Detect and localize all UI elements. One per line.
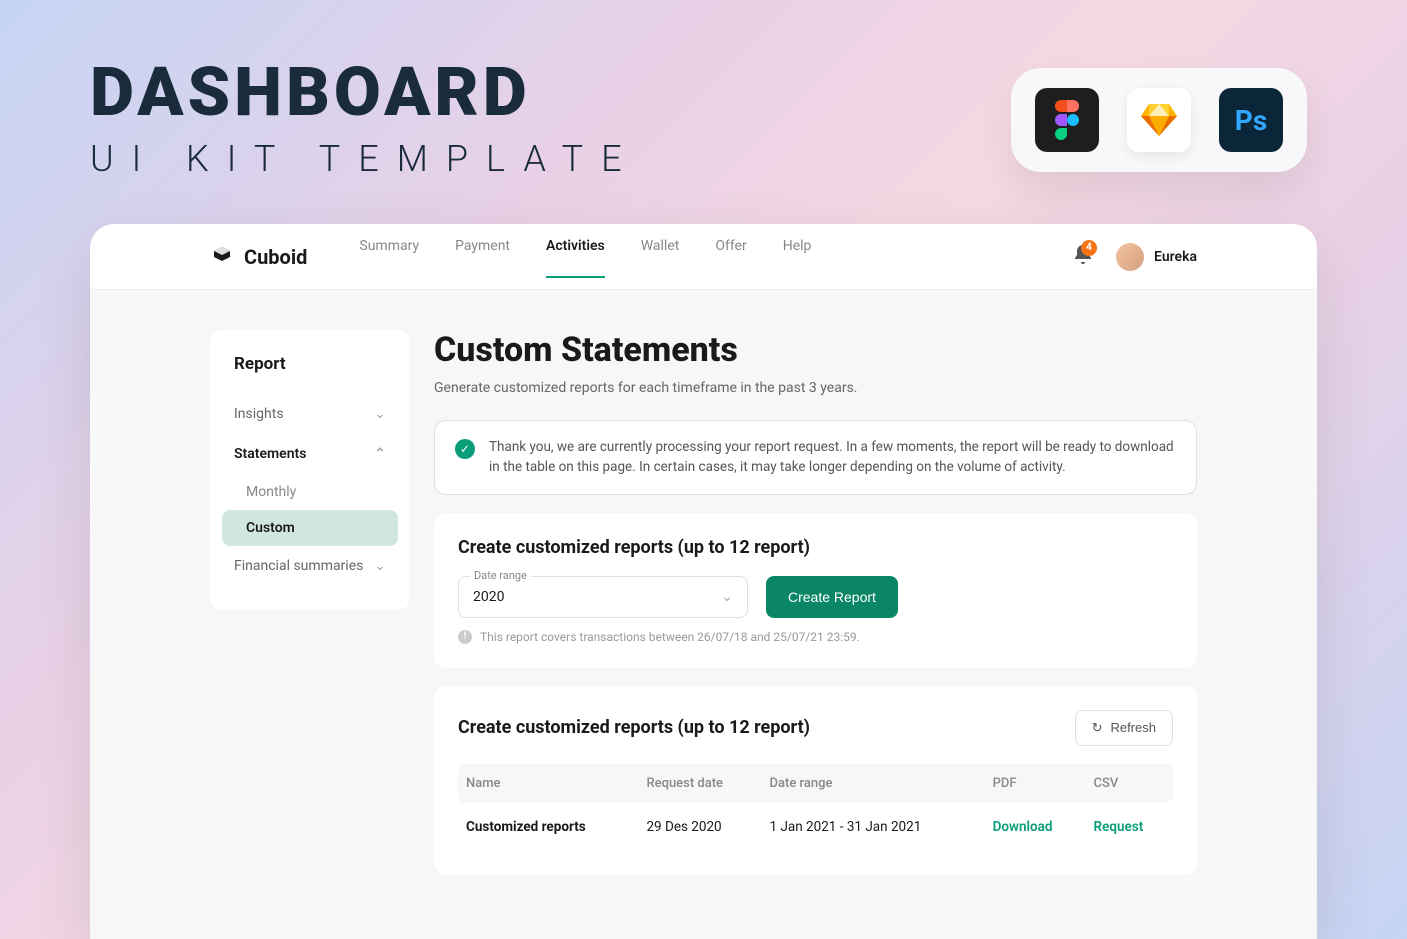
photoshop-icon: Ps xyxy=(1219,88,1283,152)
brand[interactable]: Cuboid xyxy=(210,245,307,269)
col-name: Name xyxy=(458,764,638,803)
sketch-icon xyxy=(1127,88,1191,152)
sidebar-item-label: Financial summaries xyxy=(234,558,363,574)
content: Report Insights ⌄ Statements ⌃ Monthly C… xyxy=(90,290,1317,939)
nav-activities[interactable]: Activities xyxy=(546,238,605,276)
brand-logo-icon xyxy=(210,245,234,269)
pdf-download-link[interactable]: Download xyxy=(985,803,1086,851)
sidebar-item-statements[interactable]: Statements ⌃ xyxy=(222,434,398,474)
brand-name: Cuboid xyxy=(244,245,307,269)
promo-subtitle: UI KIT TEMPLATE xyxy=(90,138,640,180)
chevron-up-icon: ⌃ xyxy=(374,446,386,462)
sidebar-subitem-monthly[interactable]: Monthly xyxy=(222,474,398,510)
tools-card: Ps xyxy=(1011,68,1307,172)
reports-table: Name Request date Date range PDF CSV Cus… xyxy=(458,764,1173,851)
cell-request-date: 29 Des 2020 xyxy=(638,803,761,851)
nav-summary[interactable]: Summary xyxy=(359,238,419,276)
create-card-title: Create customized reports (up to 12 repo… xyxy=(458,537,1173,558)
col-pdf: PDF xyxy=(985,764,1086,803)
chevron-down-icon: ⌄ xyxy=(374,406,386,422)
reports-table-card: Create customized reports (up to 12 repo… xyxy=(434,686,1197,875)
promo-title: DASHBOARD xyxy=(90,58,640,126)
sidebar-item-financial[interactable]: Financial summaries ⌄ xyxy=(222,546,398,586)
success-alert: ✓ Thank you, we are currently processing… xyxy=(434,420,1197,495)
csv-request-link[interactable]: Request xyxy=(1086,803,1173,851)
nav-help[interactable]: Help xyxy=(783,238,812,276)
username: Eureka xyxy=(1154,249,1197,265)
table-header-row: Name Request date Date range PDF CSV xyxy=(458,764,1173,803)
sidebar-subitem-custom[interactable]: Custom xyxy=(222,510,398,546)
chevron-down-icon: ⌄ xyxy=(374,558,386,574)
date-range-select-wrap: Date range 2020 ⌄ xyxy=(458,576,748,618)
avatar xyxy=(1116,243,1144,271)
info-icon: ! xyxy=(458,630,472,644)
date-range-select[interactable]: 2020 ⌄ xyxy=(458,576,748,618)
check-circle-icon: ✓ xyxy=(455,439,475,459)
alert-text: Thank you, we are currently processing y… xyxy=(489,437,1176,478)
create-report-card: Create customized reports (up to 12 repo… xyxy=(434,513,1197,668)
sidebar: Report Insights ⌄ Statements ⌃ Monthly C… xyxy=(210,330,410,610)
cell-date-range: 1 Jan 2021 - 31 Jan 2021 xyxy=(762,803,985,851)
date-range-label: Date range xyxy=(470,569,531,582)
create-report-button[interactable]: Create Report xyxy=(766,576,898,618)
sidebar-item-label: Statements xyxy=(234,446,306,462)
col-date-range: Date range xyxy=(762,764,985,803)
table-row: Customized reports 29 Des 2020 1 Jan 202… xyxy=(458,803,1173,851)
main-nav: Summary Payment Activities Wallet Offer … xyxy=(359,238,1074,276)
topbar: Cuboid Summary Payment Activities Wallet… xyxy=(90,224,1317,290)
sidebar-item-insights[interactable]: Insights ⌄ xyxy=(222,394,398,434)
topbar-right: 4 Eureka xyxy=(1074,243,1197,271)
refresh-button[interactable]: ↻ Refresh xyxy=(1075,710,1173,746)
nav-wallet[interactable]: Wallet xyxy=(641,238,680,276)
main-panel: Custom Statements Generate customized re… xyxy=(434,330,1197,899)
create-form-row: Date range 2020 ⌄ Create Report xyxy=(458,576,1173,618)
refresh-label: Refresh xyxy=(1110,720,1156,735)
promo-header: DASHBOARD UI KIT TEMPLATE xyxy=(90,58,640,180)
page-title: Custom Statements xyxy=(434,330,1197,370)
refresh-icon: ↻ xyxy=(1092,720,1103,736)
hint-text: This report covers transactions between … xyxy=(480,630,860,644)
figma-icon xyxy=(1035,88,1099,152)
user-menu[interactable]: Eureka xyxy=(1116,243,1197,271)
col-csv: CSV xyxy=(1086,764,1173,803)
table-card-header: Create customized reports (up to 12 repo… xyxy=(458,710,1173,746)
notifications-badge: 4 xyxy=(1081,240,1097,256)
sidebar-item-label: Insights xyxy=(234,406,284,422)
nav-offer[interactable]: Offer xyxy=(715,238,746,276)
cell-name: Customized reports xyxy=(458,803,638,851)
chevron-down-icon: ⌄ xyxy=(721,589,733,605)
sidebar-title: Report xyxy=(222,354,398,394)
date-range-value: 2020 xyxy=(473,589,504,605)
notifications-button[interactable]: 4 xyxy=(1074,245,1092,269)
nav-payment[interactable]: Payment xyxy=(455,238,510,276)
col-request-date: Request date xyxy=(638,764,761,803)
create-hint: ! This report covers transactions betwee… xyxy=(458,630,1173,644)
dashboard-window: Cuboid Summary Payment Activities Wallet… xyxy=(90,224,1317,939)
table-card-title: Create customized reports (up to 12 repo… xyxy=(458,717,810,738)
page-subtitle: Generate customized reports for each tim… xyxy=(434,380,1197,396)
